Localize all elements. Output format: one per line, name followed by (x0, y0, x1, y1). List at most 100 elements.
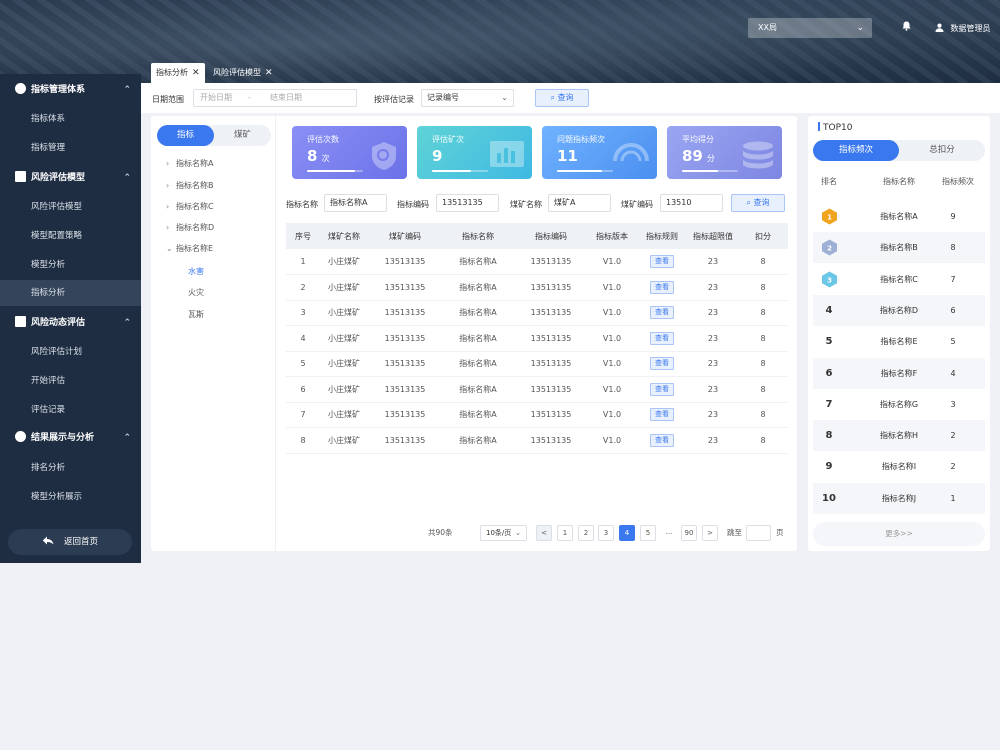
sidebar-item-eval-record[interactable]: 评估记录 (0, 397, 141, 423)
sidebar-group-results[interactable]: 结果展示与分析 ⌃ (0, 425, 141, 451)
top10-row: 9 指标名称I 2 (813, 451, 985, 482)
table-cell: V1.0 (588, 376, 636, 403)
record-select[interactable]: 记录编号 ⌄ (421, 89, 514, 107)
page-button[interactable]: 90 (681, 525, 697, 541)
col-header: 扣分 (738, 223, 788, 249)
progress-bar (557, 170, 613, 172)
close-icon[interactable]: ✕ (265, 68, 273, 78)
tree-node-expanded[interactable]: ⌄ 指标名称E (166, 243, 213, 254)
top10-value: 7 (950, 274, 956, 284)
sidebar-item-model-display[interactable]: 模型分析展示 (0, 484, 141, 510)
table-cell: 23 (688, 427, 738, 454)
rank-number: 8 (825, 430, 833, 442)
tree-node[interactable]: › 指标名称C (166, 201, 214, 212)
seg-total-deduction[interactable]: 总扣分 (899, 140, 985, 161)
tree-node[interactable]: › 指标名称A (166, 158, 213, 169)
top10-row: 5 指标名称E 5 (813, 326, 985, 357)
page-size-select[interactable]: 10条/页 ⌄ (480, 525, 527, 541)
bell-icon[interactable] (902, 21, 911, 34)
user-menu[interactable]: 数据管理员 (935, 23, 991, 34)
chevron-up-icon: ⌃ (123, 85, 131, 95)
tree-node[interactable]: › 指标名称D (166, 222, 214, 233)
rank-number: 4 (825, 304, 833, 316)
top10-row: 7 指标名称G 3 (813, 389, 985, 420)
indicator-code-label: 指标编码 (397, 200, 429, 209)
jump-page-input[interactable] (746, 525, 771, 541)
table-cell: 1 (286, 249, 320, 275)
sidebar-item-ranking[interactable]: 排名分析 (0, 455, 141, 481)
org-select[interactable]: XX局 ⌄ (748, 18, 872, 38)
sidebar-item-model-config[interactable]: 模型配置策略 (0, 223, 141, 249)
top10-row: 4 指标名称D 6 (813, 294, 985, 326)
chevron-down-icon: ⌄ (166, 244, 173, 253)
prev-page-button[interactable]: < (536, 525, 552, 541)
sidebar-group-risk-model[interactable]: 风险评估模型 ⌃ (0, 165, 141, 191)
stat-number: 11 (557, 147, 578, 165)
indicator-name-label: 指标名称 (286, 200, 318, 209)
tab-risk-model[interactable]: 风险评估模型 ✕ (208, 63, 278, 83)
search-icon: ⌕ (550, 93, 555, 102)
view-button[interactable]: 查看 (650, 280, 674, 294)
search-query-button[interactable]: ⌕ 查询 (731, 194, 785, 212)
tree-leaf[interactable]: 火灾 (188, 287, 204, 298)
page-size-value: 10条/页 (486, 529, 512, 537)
page-button[interactable]: 1 (557, 525, 573, 541)
table-cell: 13513135 (514, 376, 588, 403)
sidebar-item-eval-plan[interactable]: 风险评估计划 (0, 339, 141, 365)
view-button[interactable]: 查看 (650, 382, 674, 396)
page-button-current[interactable]: 4 (619, 525, 635, 541)
org-select-value: XX局 (758, 23, 777, 32)
page-ellipsis: ... (665, 528, 673, 536)
stat-unit: 次 (321, 154, 330, 163)
next-page-button[interactable]: > (702, 525, 718, 541)
page-button[interactable]: 3 (598, 525, 614, 541)
progress-fill (682, 170, 719, 172)
table-cell: 13513135 (514, 249, 588, 275)
page-button[interactable]: 2 (578, 525, 594, 541)
view-button[interactable]: 查看 (650, 331, 674, 345)
indicator-name-input[interactable]: 指标名称A (324, 194, 387, 212)
date-range-picker[interactable]: 开始日期 - 结束日期 (193, 89, 357, 107)
tab-indicator-analysis[interactable]: 指标分析 ✕ (151, 63, 205, 83)
page-button[interactable]: 5 (640, 525, 656, 541)
table-cell: 指标名称A (442, 402, 514, 428)
sidebar-group-dynamic-eval[interactable]: 风险动态评估 ⌃ (0, 310, 141, 336)
stat-unit: 分 (706, 154, 715, 163)
sidebar-item-model-analysis[interactable]: 模型分析 (0, 252, 141, 278)
sidebar-item-indicator-system[interactable]: 指标体系 (0, 106, 141, 132)
sidebar-item-indicator-management[interactable]: 指标管理 (0, 135, 141, 161)
filter-query-button[interactable]: ⌕ 查询 (535, 89, 589, 107)
mine-name-input[interactable]: 煤矿A (548, 194, 611, 212)
jump-label: 跳至 (727, 528, 742, 537)
seg-frequency[interactable]: 指标频次 (813, 140, 899, 161)
start-date-placeholder[interactable]: 开始日期 (200, 90, 232, 106)
close-icon[interactable]: ✕ (192, 68, 200, 78)
view-button[interactable]: 查看 (650, 306, 674, 320)
seg-indicator[interactable]: 指标 (157, 125, 214, 146)
sidebar-group-indicator-system[interactable]: 指标管理体系 ⌃ (0, 77, 141, 103)
table-cell: 13513135 (368, 402, 442, 428)
top10-row: 3 指标名称C 7 (813, 264, 985, 295)
end-date-placeholder[interactable]: 结束日期 (270, 90, 302, 106)
sidebar-item-risk-model[interactable]: 风险评估模型 (0, 194, 141, 220)
view-button[interactable]: 查看 (650, 408, 674, 422)
record-label: 按评估记录 (374, 95, 414, 104)
tree-leaf[interactable]: 水害 (188, 266, 204, 277)
indicator-code-input[interactable]: 13513135 (436, 194, 499, 212)
sidebar-item-indicator-analysis[interactable]: 指标分析 (0, 280, 141, 306)
sidebar-item-start-eval[interactable]: 开始评估 (0, 368, 141, 394)
view-button[interactable]: 查看 (650, 433, 674, 447)
view-button[interactable]: 查看 (650, 255, 674, 268)
mine-code-input[interactable]: 13510 (660, 194, 723, 212)
view-button[interactable]: 查看 (650, 357, 674, 371)
tab-label: 指标分析 (156, 68, 188, 77)
tree-leaf[interactable]: 瓦斯 (188, 309, 204, 320)
top10-value: 3 (950, 399, 956, 409)
back-home-button[interactable]: 返回首页 (8, 529, 132, 555)
seg-coalmine[interactable]: 煤矿 (214, 125, 271, 146)
table-cell: 8 (738, 402, 788, 428)
more-link[interactable]: 更多>> (813, 522, 985, 546)
chevron-up-icon: ⌃ (123, 318, 131, 328)
tree-node[interactable]: › 指标名称B (166, 180, 214, 191)
table-cell: 小庄煤矿 (320, 249, 368, 275)
